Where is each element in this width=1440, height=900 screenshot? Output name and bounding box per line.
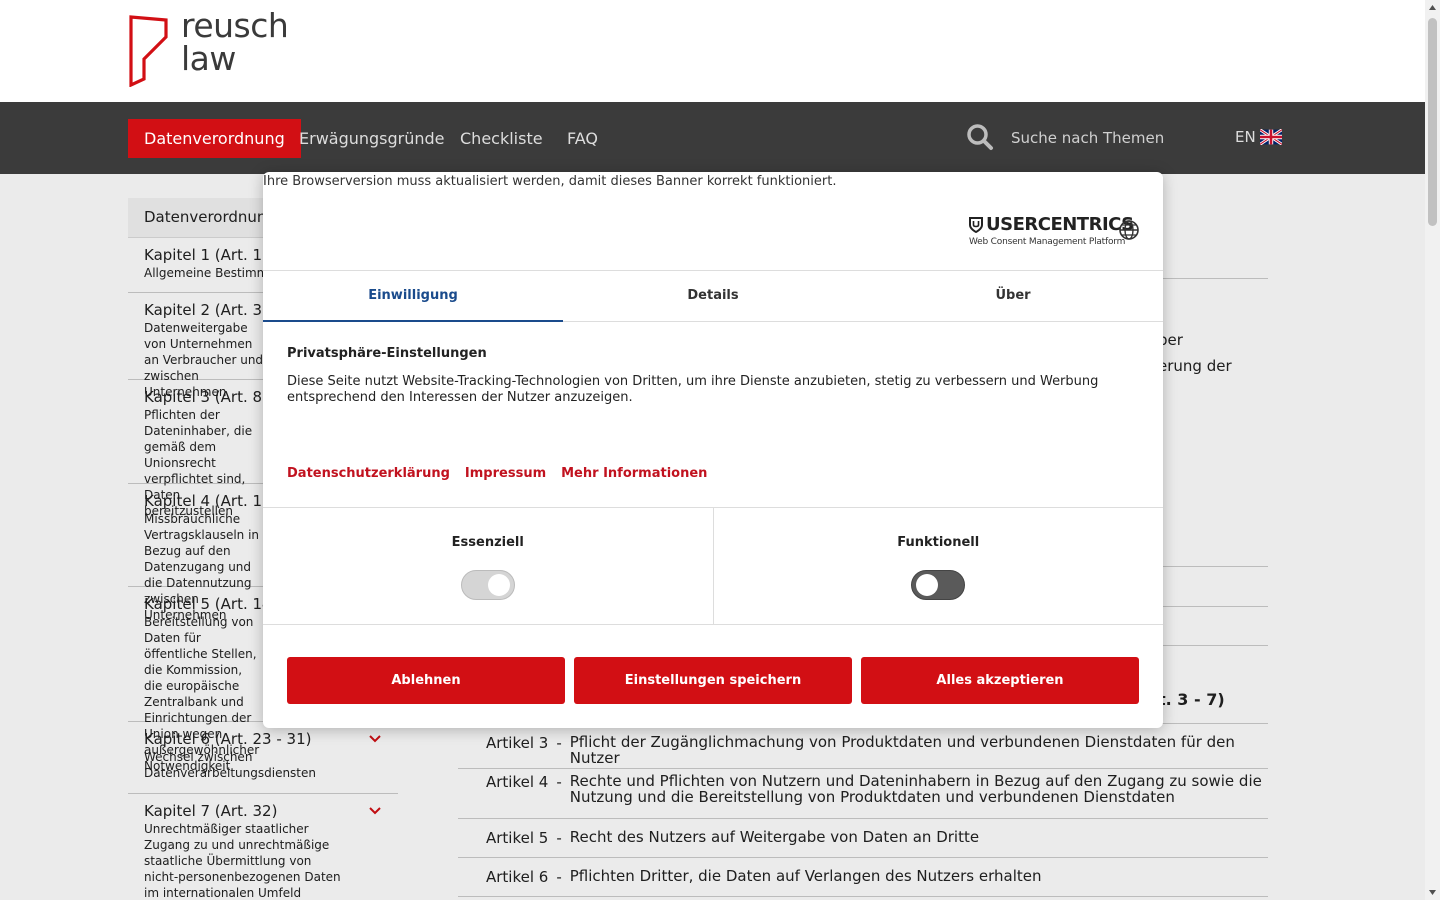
imprint-link[interactable]: Impressum <box>465 466 546 481</box>
logo-mark-icon <box>129 15 168 87</box>
save-settings-button[interactable]: Einstellungen speichern <box>574 657 852 704</box>
category-label: Essenziell <box>451 535 524 550</box>
privacy-policy-link[interactable]: Datenschutzerklärung <box>287 466 450 481</box>
category-functional: Funktionell <box>712 508 1164 624</box>
consent-tabs: Einwilligung Details Über <box>263 270 1163 322</box>
tab-einwilligung[interactable]: Einwilligung <box>263 271 563 322</box>
logo-text: reusch law <box>181 6 289 78</box>
nav-faq[interactable]: FAQ <box>567 119 598 158</box>
nav-datenverordnung[interactable]: Datenverordnung <box>128 119 301 158</box>
category-essential: Essenziell <box>263 508 713 624</box>
page-scrollbar[interactable] <box>1425 0 1440 900</box>
functional-toggle[interactable] <box>911 570 966 600</box>
browser-update-note: Ihre Browserversion muss aktualisiert we… <box>263 174 837 189</box>
tab-ueber[interactable]: Über <box>863 271 1163 321</box>
search-input[interactable] <box>1004 120 1204 156</box>
scroll-up-arrow-icon[interactable] <box>1428 3 1437 12</box>
accept-all-button[interactable]: Alles akzeptieren <box>861 657 1139 704</box>
language-switch[interactable]: EN <box>1235 128 1282 146</box>
consent-dialog: Ihre Browserversion muss aktualisiert we… <box>263 172 1163 728</box>
provider-name: USERCENTRICS <box>986 214 1134 235</box>
scrollbar-thumb[interactable] <box>1428 18 1437 226</box>
main-nav: Datenverordnung Erwägungsgründe Checklis… <box>0 102 1425 174</box>
consent-categories: Essenziell Funktionell <box>263 507 1163 625</box>
toggle-knob <box>487 574 510 596</box>
nav-erwaegungsgruende[interactable]: Erwägungsgründe <box>299 119 445 158</box>
consent-links: Datenschutzerklärung Impressum Mehr Info… <box>287 466 707 481</box>
logo-line-2: law <box>181 39 236 78</box>
language-label: EN <box>1235 128 1256 146</box>
provider-tagline: Web Consent Management Platform <box>969 237 1126 247</box>
globe-icon[interactable] <box>1118 219 1140 241</box>
category-label: Funktionell <box>897 535 980 550</box>
site-header: reusch law <box>0 0 1425 102</box>
logo-line-1: reusch <box>181 6 289 45</box>
privacy-description: Diese Seite nutzt Website-Tracking-Techn… <box>287 374 1099 405</box>
deny-button[interactable]: Ablehnen <box>287 657 565 704</box>
uk-flag-icon <box>1259 129 1282 145</box>
tab-details[interactable]: Details <box>563 271 863 321</box>
search-icon[interactable] <box>966 123 994 151</box>
toggle-knob <box>916 574 939 596</box>
shield-icon <box>969 216 983 233</box>
scroll-down-arrow-icon[interactable] <box>1428 888 1437 897</box>
logo[interactable]: reusch law <box>128 9 289 87</box>
consent-actions: Ablehnen Einstellungen speichern Alles a… <box>287 657 1139 704</box>
essential-toggle[interactable] <box>460 570 515 600</box>
more-info-link[interactable]: Mehr Informationen <box>561 466 707 481</box>
privacy-settings-title: Privatsphäre-Einstellungen <box>287 346 487 361</box>
nav-checkliste[interactable]: Checkliste <box>460 119 543 158</box>
usercentrics-logo: USERCENTRICS Web Consent Management Plat… <box>969 214 1134 247</box>
